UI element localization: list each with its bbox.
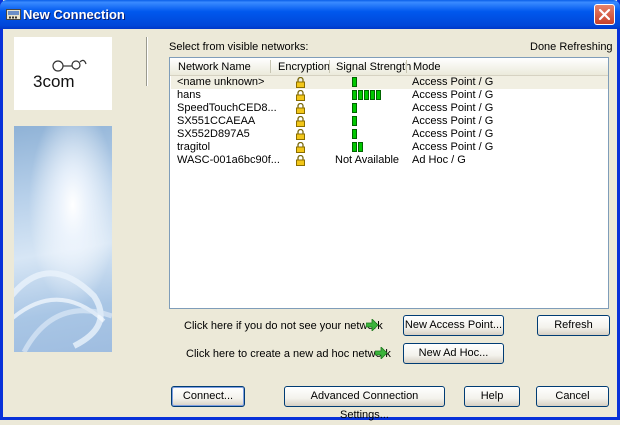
signal-bar	[352, 77, 357, 87]
network-name: tragitol	[177, 141, 211, 153]
adhoc-hint[interactable]: Click here to create a new ad hoc networ…	[186, 348, 391, 360]
signal-not-available: Not Available	[335, 154, 400, 166]
column-divider[interactable]	[270, 60, 271, 73]
side-banner-image	[14, 126, 112, 352]
column-mode[interactable]: Mode	[413, 61, 441, 73]
network-list[interactable]: Network Name Encryption Signal Strength …	[169, 57, 609, 309]
network-mode: Ad Hoc / G	[412, 154, 466, 166]
network-card-icon	[6, 9, 21, 20]
signal-bar	[352, 129, 357, 139]
network-name: hans	[177, 89, 201, 101]
list-header: Network Name Encryption Signal Strength …	[170, 58, 608, 76]
network-row[interactable]: hans Access Point / G	[171, 89, 608, 102]
help-button[interactable]: Help	[464, 386, 520, 407]
signal-bar	[352, 116, 357, 126]
signal-bar	[358, 142, 363, 152]
refresh-status: Done Refreshing	[530, 41, 613, 53]
window-title: New Connection	[23, 7, 125, 22]
new-access-point-button[interactable]: New Access Point...	[403, 315, 504, 336]
lock-icon	[296, 103, 305, 114]
lock-icon	[296, 155, 305, 166]
close-icon	[598, 8, 611, 21]
network-row[interactable]: SX551CCAEAA Access Point / G	[171, 115, 608, 128]
network-mode: Access Point / G	[412, 89, 494, 101]
network-row[interactable]: WASC-001a6bc90f... Not Available Ad Hoc …	[171, 154, 608, 167]
network-row[interactable]: SX552D897A5 Access Point / G	[171, 128, 608, 141]
signal-bar	[352, 90, 357, 100]
network-mode: Access Point / G	[412, 76, 494, 88]
not-see-network-hint[interactable]: Click here if you do not see your networ…	[184, 320, 383, 332]
column-divider[interactable]	[406, 60, 407, 73]
brand-logo: 3com	[14, 37, 112, 110]
network-mode: Access Point / G	[412, 115, 494, 127]
decorative-swirl-image	[14, 126, 112, 352]
network-name: <name unknown>	[177, 76, 265, 88]
network-name: WASC-001a6bc90f...	[177, 154, 280, 166]
vertical-divider	[146, 37, 148, 86]
network-row[interactable]: SpeedTouchCED8... Access Point / G	[171, 102, 608, 115]
logo-text: 3com	[33, 72, 75, 91]
signal-bar	[370, 90, 375, 100]
network-row[interactable]: tragitol Access Point / G	[171, 141, 608, 154]
network-row[interactable]: <name unknown> Access Point / G	[171, 76, 608, 89]
network-mode: Access Point / G	[412, 128, 494, 140]
column-divider[interactable]	[329, 60, 330, 73]
arrow-right-icon	[366, 319, 379, 331]
lock-icon	[296, 116, 305, 127]
network-name: SX551CCAEAA	[177, 115, 256, 127]
arrow-right-icon	[375, 347, 388, 359]
lock-icon	[296, 142, 305, 153]
lock-icon	[296, 129, 305, 140]
signal-bar	[364, 90, 369, 100]
network-mode: Access Point / G	[412, 141, 494, 153]
advanced-settings-button[interactable]: Advanced Connection Settings...	[284, 386, 445, 421]
title-bar[interactable]: New Connection	[0, 0, 620, 29]
new-ad-hoc-button[interactable]: New Ad Hoc...	[403, 343, 504, 364]
cancel-button[interactable]: Cancel	[536, 386, 609, 407]
lock-icon	[296, 77, 305, 88]
lock-icon	[296, 90, 305, 101]
signal-bar	[352, 142, 357, 152]
connect-button[interactable]: Connect...	[171, 386, 245, 407]
network-mode: Access Point / G	[412, 102, 494, 114]
column-encryption[interactable]: Encryption	[278, 61, 330, 73]
new-connection-dialog: New Connection 3com Select from visible …	[0, 0, 620, 421]
column-signal-strength[interactable]: Signal Strength	[336, 61, 411, 73]
signal-bar	[358, 90, 363, 100]
close-button[interactable]	[594, 4, 615, 25]
refresh-button[interactable]: Refresh	[537, 315, 610, 336]
network-name: SX552D897A5	[177, 128, 250, 140]
column-network-name[interactable]: Network Name	[178, 61, 251, 73]
select-networks-label: Select from visible networks:	[169, 41, 309, 53]
signal-bar	[376, 90, 381, 100]
signal-bar	[352, 103, 357, 113]
network-name: SpeedTouchCED8...	[177, 102, 277, 114]
